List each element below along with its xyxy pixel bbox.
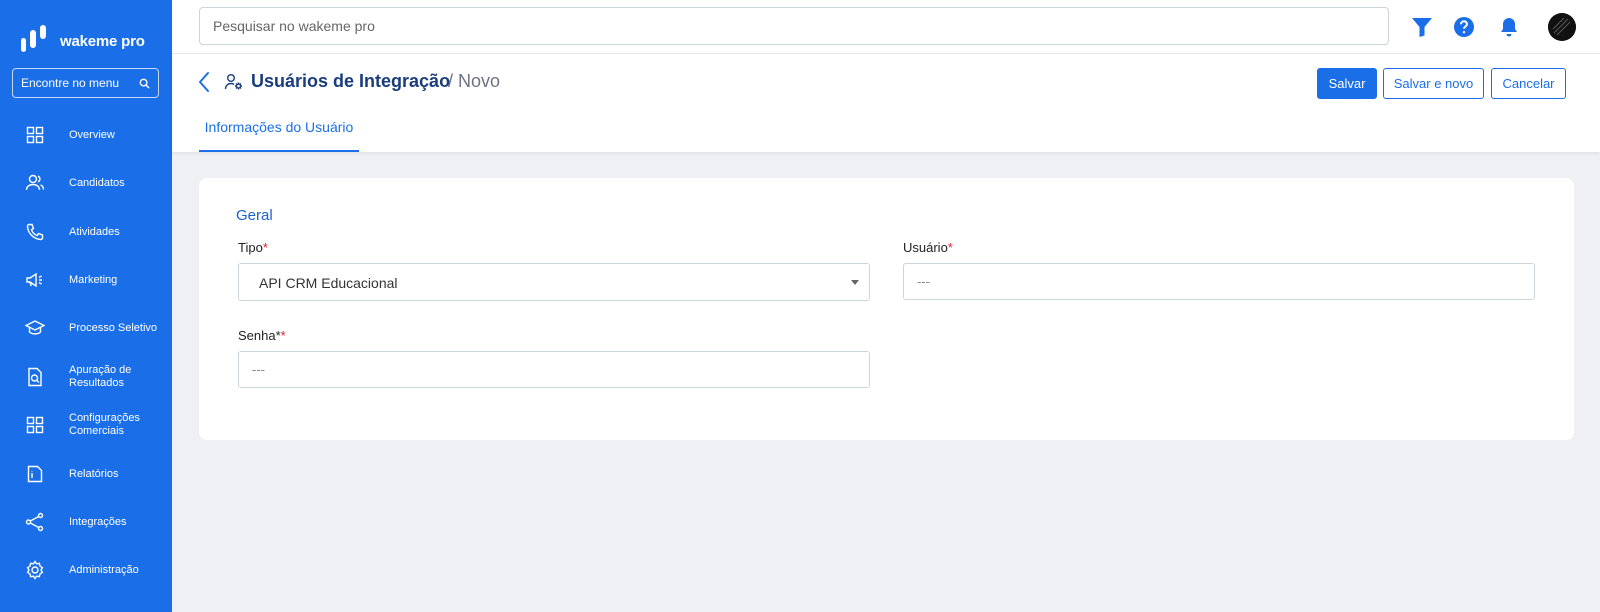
- page-subtitle: / Novo: [448, 71, 501, 91]
- sidebar-item-atividades[interactable]: Atividades: [0, 212, 172, 252]
- sidebar-item-label: Candidatos: [69, 176, 125, 189]
- sidebar-item-label: Overview: [69, 128, 115, 141]
- bell-icon[interactable]: [1497, 15, 1521, 39]
- senha-field[interactable]: [238, 351, 870, 388]
- sidebar-item-label: Integrações: [69, 515, 127, 528]
- file-search-icon: [25, 367, 45, 387]
- avatar[interactable]: [1548, 13, 1576, 41]
- menu-search-input[interactable]: [21, 76, 131, 90]
- user-gear-icon: [224, 72, 244, 92]
- megaphone-icon: [25, 270, 45, 290]
- usuario-label: Usuário*: [903, 240, 953, 255]
- gear-icon: [25, 560, 45, 580]
- page-title: Usuários de Integração: [251, 71, 451, 91]
- wakeme-logo-icon: [20, 24, 48, 59]
- menu-search[interactable]: [12, 68, 159, 98]
- sidebar-item-integracoes[interactable]: Integrações: [0, 502, 172, 542]
- grid-icon: [25, 125, 45, 145]
- sidebar: wakeme pro Overview Candidatos Atividade…: [0, 0, 172, 612]
- phone-icon: [25, 222, 45, 242]
- save-and-new-button[interactable]: Salvar e novo: [1383, 68, 1484, 99]
- brand-name: wakeme pro: [60, 33, 145, 50]
- sidebar-item-overview[interactable]: Overview: [0, 115, 172, 155]
- page-header: Usuários de Integração / Novo Salvar Sal…: [172, 54, 1600, 152]
- sidebar-item-label: Processo Seletivo: [69, 321, 158, 334]
- sidebar-item-relatorios[interactable]: Relatórios: [0, 454, 172, 494]
- sidebar-item-label: Relatórios: [69, 467, 119, 480]
- tipo-label: Tipo*: [238, 240, 268, 255]
- save-button[interactable]: Salvar: [1317, 68, 1377, 99]
- section-title: Geral: [236, 207, 273, 224]
- caret-down-icon: [851, 280, 859, 285]
- sidebar-item-label: Apuração de Resultados: [69, 364, 132, 389]
- sidebar-item-label: Configurações Comerciais: [69, 412, 140, 437]
- sidebar-item-marketing[interactable]: Marketing: [0, 260, 172, 300]
- sidebar-item-label: Administração: [69, 563, 139, 576]
- usuario-field[interactable]: [903, 263, 1535, 300]
- global-search-input[interactable]: [199, 7, 1389, 45]
- users-icon: [25, 173, 45, 193]
- tipo-select[interactable]: API CRM Educacional: [238, 263, 870, 301]
- topbar: [172, 0, 1600, 54]
- help-icon[interactable]: [1452, 15, 1476, 39]
- sidebar-item-administracao[interactable]: Administração: [0, 550, 172, 590]
- sidebar-item-candidatos[interactable]: Candidatos: [0, 163, 172, 203]
- sidebar-item-configuracoes-comerciais[interactable]: Configurações Comerciais: [0, 405, 172, 445]
- back-chevron-icon[interactable]: [196, 70, 212, 94]
- tipo-select-value: API CRM Educacional: [259, 275, 398, 291]
- sidebar-item-label: Marketing: [69, 273, 118, 286]
- grid-settings-icon: [25, 415, 45, 435]
- cancel-button[interactable]: Cancelar: [1491, 68, 1566, 99]
- filter-icon[interactable]: [1410, 15, 1434, 39]
- report-icon: [25, 464, 45, 484]
- senha-label: Senha**: [238, 328, 286, 343]
- share-icon: [25, 512, 45, 532]
- sidebar-item-apuracao-de-resultados[interactable]: Apuração de Resultados: [0, 357, 172, 397]
- form-card: Geral Tipo* API CRM Educacional Usuário*…: [199, 178, 1574, 440]
- sidebar-item-label: Atividades: [69, 225, 120, 238]
- sidebar-item-processo-seletivo[interactable]: Processo Seletivo: [0, 308, 172, 348]
- brand[interactable]: wakeme pro: [20, 24, 145, 59]
- tab-informacoes-do-usuario[interactable]: Informações do Usuário: [199, 111, 359, 152]
- search-icon[interactable]: [139, 78, 150, 89]
- graduation-cap-icon: [25, 318, 45, 338]
